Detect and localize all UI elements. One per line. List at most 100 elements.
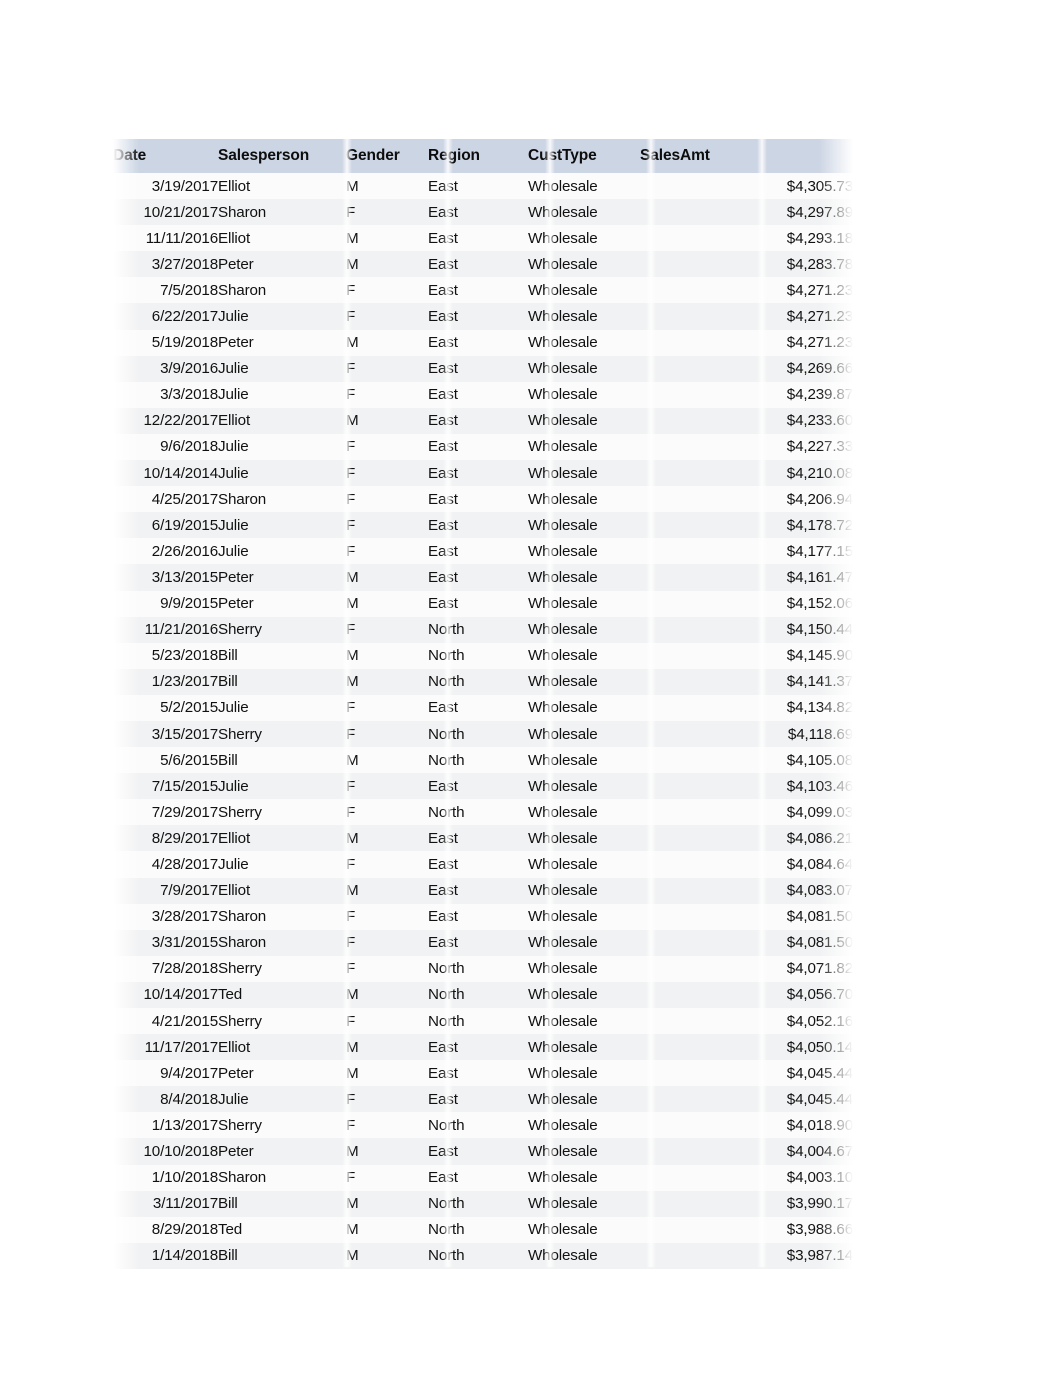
cell-salesamt[interactable]: $4,150.44: [640, 616, 853, 643]
cell-gender[interactable]: M: [346, 877, 428, 904]
cell-region[interactable]: East: [428, 225, 528, 252]
cell-salesamt[interactable]: $4,161.47: [640, 564, 853, 591]
table-row[interactable]: 1/13/2017 Sherry F North Wholesale $4,018.90: [113, 1112, 853, 1139]
column-header-custtype[interactable]: CustType: [528, 139, 640, 173]
cell-gender[interactable]: F: [346, 381, 428, 408]
cell-region[interactable]: North: [428, 720, 528, 748]
cell-gender[interactable]: F: [346, 720, 428, 748]
table-row[interactable]: 9/6/2018 Julie F East Wholesale $4,227.33: [113, 433, 853, 461]
cell-salesperson[interactable]: Bill: [218, 668, 346, 695]
cell-custtype[interactable]: Wholesale: [528, 1164, 640, 1191]
cell-custtype[interactable]: Wholesale: [528, 590, 640, 617]
cell-salesamt[interactable]: $4,004.67: [640, 1138, 853, 1165]
table-row[interactable]: 6/22/2017 Julie F East Wholesale $4,271.23: [113, 303, 853, 330]
cell-custtype[interactable]: Wholesale: [528, 173, 640, 200]
cell-date[interactable]: 11/11/2016: [113, 225, 218, 252]
cell-gender[interactable]: M: [346, 1060, 428, 1087]
cell-salesperson[interactable]: Bill: [218, 1190, 346, 1217]
cell-gender[interactable]: F: [346, 433, 428, 461]
cell-gender[interactable]: F: [346, 460, 428, 487]
cell-region[interactable]: East: [428, 929, 528, 956]
cell-salesperson[interactable]: Peter: [218, 1138, 346, 1165]
cell-salesamt[interactable]: $4,210.08: [640, 460, 853, 487]
cell-region[interactable]: East: [428, 512, 528, 539]
cell-gender[interactable]: M: [346, 1138, 428, 1165]
cell-salesperson[interactable]: Sherry: [218, 1112, 346, 1139]
cell-salesamt[interactable]: $4,177.15: [640, 538, 853, 565]
cell-salesperson[interactable]: Bill: [218, 642, 346, 669]
cell-date[interactable]: 3/28/2017: [113, 903, 218, 930]
cell-region[interactable]: North: [428, 1008, 528, 1035]
table-row[interactable]: 5/2/2015 Julie F East Wholesale $4,134.82: [113, 694, 853, 721]
cell-gender[interactable]: F: [346, 199, 428, 226]
cell-salesamt[interactable]: $4,271.23: [640, 277, 853, 304]
cell-date[interactable]: 10/14/2017: [113, 981, 218, 1008]
cell-date[interactable]: 6/22/2017: [113, 303, 218, 330]
table-row[interactable]: 3/28/2017 Sharon F East Wholesale $4,081.50: [113, 903, 853, 930]
cell-date[interactable]: 1/10/2018: [113, 1164, 218, 1191]
cell-date[interactable]: 8/29/2017: [113, 825, 218, 852]
column-header-salesamt[interactable]: SalesAmt: [640, 139, 853, 173]
cell-salesperson[interactable]: Julie: [218, 303, 346, 330]
cell-custtype[interactable]: Wholesale: [528, 694, 640, 721]
cell-date[interactable]: 4/28/2017: [113, 851, 218, 878]
cell-gender[interactable]: M: [346, 590, 428, 617]
cell-salesperson[interactable]: Peter: [218, 564, 346, 591]
table-row[interactable]: 7/29/2017 Sherry F North Wholesale $4,099.03: [113, 799, 853, 826]
cell-region[interactable]: East: [428, 590, 528, 617]
cell-custtype[interactable]: Wholesale: [528, 616, 640, 643]
cell-gender[interactable]: F: [346, 616, 428, 643]
cell-salesamt[interactable]: $4,227.33: [640, 433, 853, 461]
cell-custtype[interactable]: Wholesale: [528, 303, 640, 330]
cell-salesamt[interactable]: $4,178.72: [640, 512, 853, 539]
cell-salesperson[interactable]: Sherry: [218, 1008, 346, 1035]
table-row[interactable]: 11/17/2017 Elliot M East Wholesale $4,050.14: [113, 1034, 853, 1061]
table-row[interactable]: 4/25/2017 Sharon F East Wholesale $4,206.94: [113, 486, 853, 513]
cell-gender[interactable]: M: [346, 825, 428, 852]
table-row[interactable]: 2/26/2016 Julie F East Wholesale $4,177.15: [113, 538, 853, 565]
table-row[interactable]: 8/29/2017 Elliot M East Wholesale $4,086.21: [113, 825, 853, 852]
cell-date[interactable]: 3/31/2015: [113, 929, 218, 956]
cell-region[interactable]: East: [428, 1060, 528, 1087]
cell-date[interactable]: 9/9/2015: [113, 590, 218, 617]
cell-salesamt[interactable]: $4,086.21: [640, 825, 853, 852]
cell-salesperson[interactable]: Julie: [218, 460, 346, 487]
cell-salesperson[interactable]: Julie: [218, 381, 346, 408]
table-row[interactable]: 5/19/2018 Peter M East Wholesale $4,271.23: [113, 329, 853, 356]
cell-date[interactable]: 2/26/2016: [113, 538, 218, 565]
cell-gender[interactable]: F: [346, 851, 428, 878]
cell-region[interactable]: East: [428, 381, 528, 408]
table-row[interactable]: 3/15/2017 Sherry F North Wholesale $4,118.69: [113, 720, 853, 748]
cell-salesamt[interactable]: $4,084.64: [640, 851, 853, 878]
cell-region[interactable]: East: [428, 851, 528, 878]
cell-gender[interactable]: F: [346, 1086, 428, 1113]
cell-region[interactable]: East: [428, 199, 528, 226]
cell-gender[interactable]: M: [346, 407, 428, 434]
cell-salesamt[interactable]: $4,271.23: [640, 329, 853, 356]
cell-region[interactable]: East: [428, 251, 528, 278]
table-row[interactable]: 7/9/2017 Elliot M East Wholesale $4,083.07: [113, 877, 853, 904]
cell-gender[interactable]: F: [346, 512, 428, 539]
cell-gender[interactable]: F: [346, 903, 428, 930]
cell-salesperson[interactable]: Sharon: [218, 903, 346, 930]
cell-gender[interactable]: M: [346, 1190, 428, 1217]
table-row[interactable]: 3/3/2018 Julie F East Wholesale $4,239.87: [113, 381, 853, 408]
cell-salesperson[interactable]: Ted: [218, 981, 346, 1008]
cell-region[interactable]: East: [428, 538, 528, 565]
cell-gender[interactable]: M: [346, 173, 428, 200]
cell-custtype[interactable]: Wholesale: [528, 486, 640, 513]
cell-salesperson[interactable]: Sherry: [218, 799, 346, 826]
cell-custtype[interactable]: Wholesale: [528, 1190, 640, 1217]
cell-date[interactable]: 7/15/2015: [113, 773, 218, 800]
cell-custtype[interactable]: Wholesale: [528, 329, 640, 356]
cell-custtype[interactable]: Wholesale: [528, 1060, 640, 1087]
table-row[interactable]: 3/9/2016 Julie F East Wholesale $4,269.66: [113, 355, 853, 382]
cell-custtype[interactable]: Wholesale: [528, 1138, 640, 1165]
cell-salesperson[interactable]: Sherry: [218, 955, 346, 982]
cell-salesperson[interactable]: Peter: [218, 329, 346, 356]
cell-salesamt[interactable]: $4,103.46: [640, 773, 853, 800]
cell-custtype[interactable]: Wholesale: [528, 1034, 640, 1061]
cell-salesamt[interactable]: $4,050.14: [640, 1034, 853, 1061]
cell-salesperson[interactable]: Elliot: [218, 825, 346, 852]
cell-custtype[interactable]: Wholesale: [528, 355, 640, 382]
